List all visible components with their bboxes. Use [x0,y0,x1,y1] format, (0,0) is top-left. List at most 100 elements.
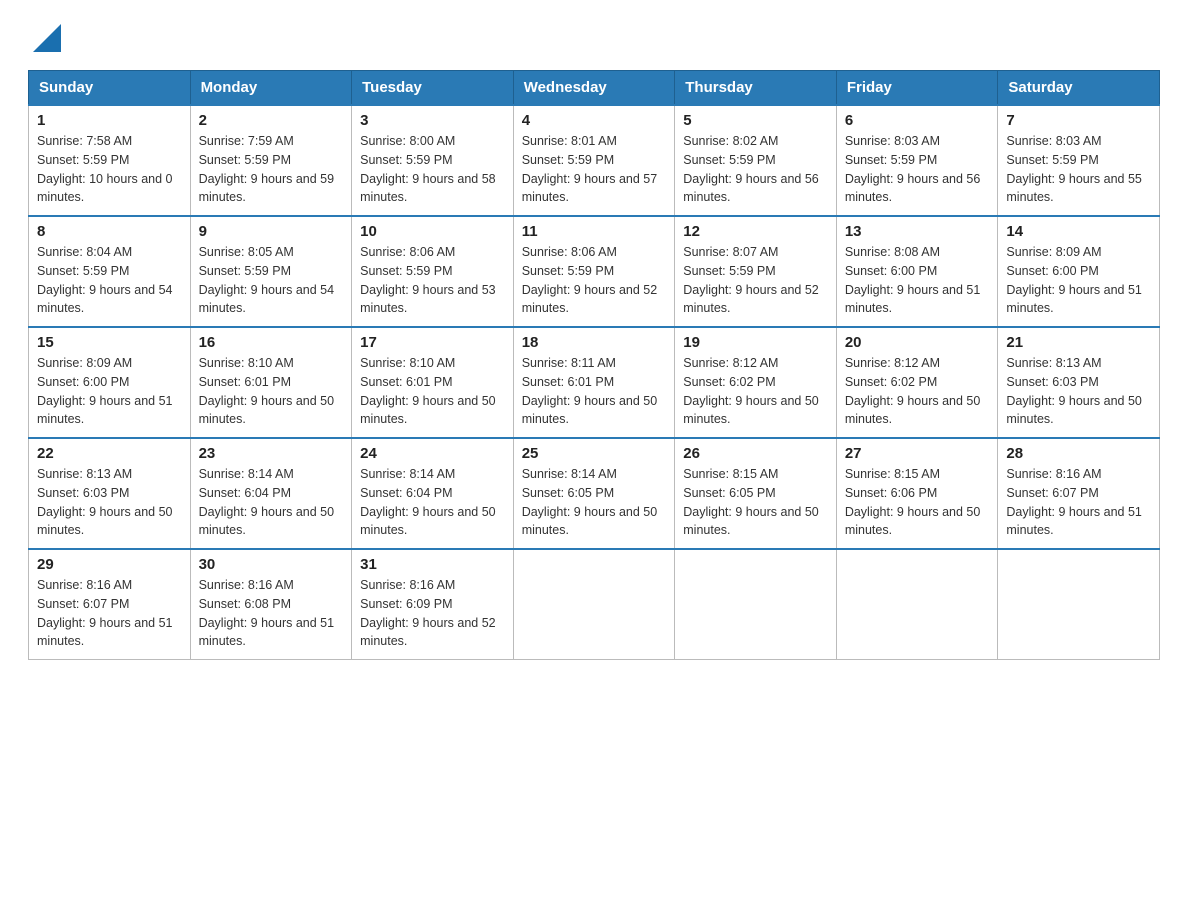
day-number: 19 [683,334,828,351]
calendar-cell: 14 Sunrise: 8:09 AMSunset: 6:00 PMDayligh… [998,216,1160,327]
day-number: 12 [683,223,828,240]
calendar-cell: 30Sunrise: 8:16 AMSunset: 6:08 PMDayligh… [190,549,352,660]
day-info: Sunrise: 8:14 AMSunset: 6:04 PMDaylight:… [199,465,344,540]
calendar-cell: 15 Sunrise: 8:09 AMSunset: 6:00 PMDayligh… [29,327,191,438]
day-info: Sunrise: 8:16 AMSunset: 6:08 PMDaylight:… [199,576,344,651]
day-info: Sunrise: 8:12 AMSunset: 6:02 PMDaylight:… [683,354,828,429]
week-row-1: 1 Sunrise: 7:58 AMSunset: 5:59 PMDaylight… [29,105,1160,216]
calendar-cell: 7 Sunrise: 8:03 AMSunset: 5:59 PMDaylight… [998,105,1160,216]
day-info: Sunrise: 8:09 AMSunset: 6:00 PMDaylight:… [37,354,182,429]
week-row-3: 15 Sunrise: 8:09 AMSunset: 6:00 PMDayligh… [29,327,1160,438]
day-number: 13 [845,223,990,240]
day-info: Sunrise: 8:09 AMSunset: 6:00 PMDaylight:… [1006,243,1151,318]
day-number: 5 [683,112,828,129]
header-tuesday: Tuesday [352,71,514,106]
week-row-5: 29Sunrise: 8:16 AMSunset: 6:07 PMDayligh… [29,549,1160,660]
calendar-cell: 8 Sunrise: 8:04 AMSunset: 5:59 PMDaylight… [29,216,191,327]
week-row-2: 8 Sunrise: 8:04 AMSunset: 5:59 PMDaylight… [29,216,1160,327]
day-number: 22 [37,445,182,462]
calendar-header-row: SundayMondayTuesdayWednesdayThursdayFrid… [29,71,1160,106]
day-info: Sunrise: 8:14 AMSunset: 6:05 PMDaylight:… [522,465,667,540]
day-info: Sunrise: 8:00 AMSunset: 5:59 PMDaylight:… [360,132,505,207]
header-thursday: Thursday [675,71,837,106]
day-info: Sunrise: 8:15 AMSunset: 6:06 PMDaylight:… [845,465,990,540]
day-info: Sunrise: 8:08 AMSunset: 6:00 PMDaylight:… [845,243,990,318]
day-number: 20 [845,334,990,351]
calendar-cell: 5 Sunrise: 8:02 AMSunset: 5:59 PMDaylight… [675,105,837,216]
day-info: Sunrise: 8:04 AMSunset: 5:59 PMDaylight:… [37,243,182,318]
calendar-cell: 12 Sunrise: 8:07 AMSunset: 5:59 PMDayligh… [675,216,837,327]
calendar-cell: 17 Sunrise: 8:10 AMSunset: 6:01 PMDayligh… [352,327,514,438]
day-number: 25 [522,445,667,462]
day-number: 28 [1006,445,1151,462]
day-number: 8 [37,223,182,240]
calendar-cell: 31 Sunrise: 8:16 AMSunset: 6:09 PMDayligh… [352,549,514,660]
logo [28,24,61,52]
day-number: 15 [37,334,182,351]
day-info: Sunrise: 8:13 AMSunset: 6:03 PMDaylight:… [1006,354,1151,429]
calendar-cell: 6 Sunrise: 8:03 AMSunset: 5:59 PMDaylight… [836,105,998,216]
calendar-cell: 4 Sunrise: 8:01 AMSunset: 5:59 PMDaylight… [513,105,675,216]
day-number: 21 [1006,334,1151,351]
day-info: Sunrise: 8:06 AMSunset: 5:59 PMDaylight:… [360,243,505,318]
calendar-cell: 28 Sunrise: 8:16 AMSunset: 6:07 PMDayligh… [998,438,1160,549]
logo-icon [33,24,61,52]
day-number: 17 [360,334,505,351]
header-wednesday: Wednesday [513,71,675,106]
day-number: 31 [360,556,505,573]
calendar-cell: 24 Sunrise: 8:14 AMSunset: 6:04 PMDayligh… [352,438,514,549]
day-info: Sunrise: 8:12 AMSunset: 6:02 PMDaylight:… [845,354,990,429]
day-number: 14 [1006,223,1151,240]
day-number: 9 [199,223,344,240]
day-number: 4 [522,112,667,129]
calendar-cell: 2Sunrise: 7:59 AMSunset: 5:59 PMDaylight… [190,105,352,216]
day-info: Sunrise: 8:11 AMSunset: 6:01 PMDaylight:… [522,354,667,429]
header-friday: Friday [836,71,998,106]
day-info: Sunrise: 8:03 AMSunset: 5:59 PMDaylight:… [1006,132,1151,207]
calendar-cell [998,549,1160,660]
calendar-cell: 22Sunrise: 8:13 AMSunset: 6:03 PMDayligh… [29,438,191,549]
day-info: Sunrise: 8:16 AMSunset: 6:09 PMDaylight:… [360,576,505,651]
day-number: 18 [522,334,667,351]
day-number: 7 [1006,112,1151,129]
day-number: 26 [683,445,828,462]
calendar-cell: 26 Sunrise: 8:15 AMSunset: 6:05 PMDayligh… [675,438,837,549]
day-info: Sunrise: 8:15 AMSunset: 6:05 PMDaylight:… [683,465,828,540]
header-monday: Monday [190,71,352,106]
day-number: 3 [360,112,505,129]
calendar-cell: 20 Sunrise: 8:12 AMSunset: 6:02 PMDayligh… [836,327,998,438]
day-info: Sunrise: 8:01 AMSunset: 5:59 PMDaylight:… [522,132,667,207]
calendar-cell: 13 Sunrise: 8:08 AMSunset: 6:00 PMDayligh… [836,216,998,327]
day-info: Sunrise: 8:02 AMSunset: 5:59 PMDaylight:… [683,132,828,207]
day-info: Sunrise: 8:07 AMSunset: 5:59 PMDaylight:… [683,243,828,318]
day-info: Sunrise: 8:14 AMSunset: 6:04 PMDaylight:… [360,465,505,540]
calendar-table: SundayMondayTuesdayWednesdayThursdayFrid… [28,70,1160,660]
calendar-cell [675,549,837,660]
calendar-cell: 23 Sunrise: 8:14 AMSunset: 6:04 PMDayligh… [190,438,352,549]
calendar-cell: 27 Sunrise: 8:15 AMSunset: 6:06 PMDayligh… [836,438,998,549]
day-info: Sunrise: 8:06 AMSunset: 5:59 PMDaylight:… [522,243,667,318]
day-number: 11 [522,223,667,240]
calendar-cell: 18 Sunrise: 8:11 AMSunset: 6:01 PMDayligh… [513,327,675,438]
day-info: Sunrise: 7:58 AMSunset: 5:59 PMDaylight:… [37,132,182,207]
calendar-cell: 10 Sunrise: 8:06 AMSunset: 5:59 PMDayligh… [352,216,514,327]
calendar-cell: 21 Sunrise: 8:13 AMSunset: 6:03 PMDayligh… [998,327,1160,438]
day-info: Sunrise: 8:10 AMSunset: 6:01 PMDaylight:… [199,354,344,429]
day-info: Sunrise: 8:03 AMSunset: 5:59 PMDaylight:… [845,132,990,207]
day-number: 29 [37,556,182,573]
calendar-cell: 25 Sunrise: 8:14 AMSunset: 6:05 PMDayligh… [513,438,675,549]
day-number: 1 [37,112,182,129]
calendar-cell: 16Sunrise: 8:10 AMSunset: 6:01 PMDayligh… [190,327,352,438]
day-number: 6 [845,112,990,129]
day-number: 10 [360,223,505,240]
calendar-cell: 1 Sunrise: 7:58 AMSunset: 5:59 PMDaylight… [29,105,191,216]
calendar-cell: 11 Sunrise: 8:06 AMSunset: 5:59 PMDayligh… [513,216,675,327]
calendar-cell: 19 Sunrise: 8:12 AMSunset: 6:02 PMDayligh… [675,327,837,438]
day-info: Sunrise: 8:10 AMSunset: 6:01 PMDaylight:… [360,354,505,429]
day-number: 27 [845,445,990,462]
day-number: 24 [360,445,505,462]
day-number: 23 [199,445,344,462]
day-info: Sunrise: 7:59 AMSunset: 5:59 PMDaylight:… [199,132,344,207]
header-saturday: Saturday [998,71,1160,106]
day-info: Sunrise: 8:16 AMSunset: 6:07 PMDaylight:… [1006,465,1151,540]
